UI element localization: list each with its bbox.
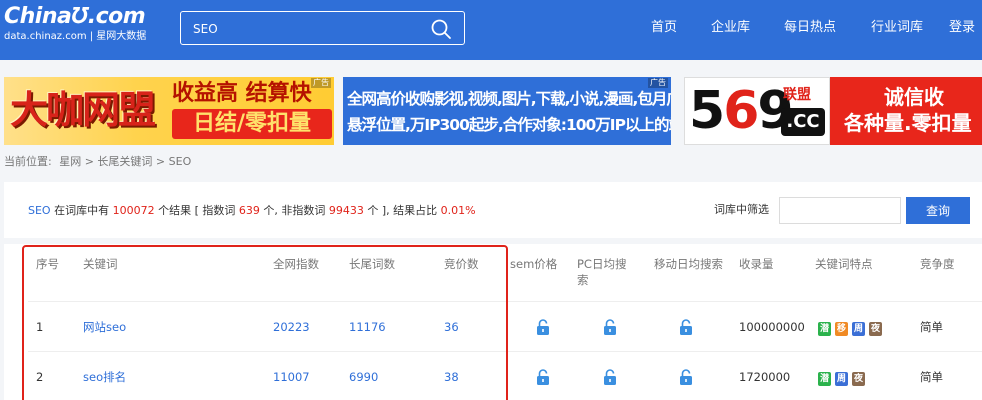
ad-label: 广告 (648, 78, 668, 88)
top-header: China℧.com data.chinaz.com | 星网大数据 首页 企业… (0, 0, 982, 60)
lock-icon[interactable] (679, 318, 693, 336)
ad-label: 广告 (311, 78, 331, 88)
banner-line-2: 悬浮位置,万IP300起步,合作对象:100万IP以上的站长! (347, 116, 671, 134)
lock-icon[interactable] (536, 368, 550, 386)
ad-banner-integrity[interactable]: 诚信收 各种量.零扣量 (830, 77, 982, 145)
row-no: 1 (36, 320, 44, 334)
header-bids[interactable]: 竞价数 (444, 256, 479, 272)
summary-text: 在词库中有 (50, 204, 113, 217)
banner-line-1: 全网高价收购影视,视频,图片,下载,小说,漫画,包月广告 (347, 90, 671, 108)
banner-brand: 联盟 (783, 87, 811, 103)
nav-daily-hot[interactable]: 每日热点 (784, 19, 836, 37)
keyword-table: 序号 关键词 全网指数 长尾词数 竞价数 sem价格 PC日均搜 索 移动日均搜… (4, 244, 982, 400)
header-pc-search[interactable]: PC日均搜 索 (577, 256, 626, 288)
header-index[interactable]: 全网指数 (273, 256, 319, 272)
nav-company-library[interactable]: 企业库 (711, 19, 750, 37)
ad-banner-high-price[interactable]: 全网高价收购影视,视频,图片,下载,小说,漫画,包月广告 悬浮位置,万IP300… (343, 77, 671, 145)
lock-icon[interactable] (603, 318, 617, 336)
header-sem-price[interactable]: sem价格 (510, 256, 557, 272)
lock-icon[interactable] (536, 318, 550, 336)
row-bids[interactable]: 38 (444, 369, 459, 385)
row-index[interactable]: 11007 (273, 369, 310, 385)
row-divider (28, 351, 982, 352)
banner-digit-red: 6 (723, 81, 759, 141)
banner-line-1: 诚信收 (884, 85, 944, 109)
banner-number: 569 (689, 80, 794, 142)
query-button[interactable]: 查询 (906, 197, 970, 224)
nav-login[interactable]: 登录 (949, 19, 975, 37)
row-longtail[interactable]: 6990 (349, 369, 378, 385)
header-pc-search-line2: 索 (577, 273, 589, 287)
top-nav: 首页 企业库 每日热点 行业词库 登录 (0, 19, 982, 37)
banner-slogan-top: 收益高 结算快 (172, 81, 312, 106)
header-features: 关键词特点 (815, 257, 873, 271)
summary-text: 个结果 [ 指数词 (154, 204, 239, 217)
lock-icon[interactable] (603, 368, 617, 386)
summary-index-count: 639 (238, 204, 260, 217)
summary-ratio: 0.01% (440, 204, 476, 217)
banner-domain-suffix: .CC (781, 108, 825, 136)
row-competition: 简单 (920, 320, 943, 334)
row-indexed: 100000000 (739, 320, 805, 334)
filter-input[interactable] (779, 197, 901, 224)
feature-tag: 潜 (818, 372, 831, 386)
row-competition: 简单 (920, 370, 943, 384)
row-longtail[interactable]: 11176 (349, 319, 386, 335)
feature-tag: 夜 (852, 372, 865, 386)
nav-home[interactable]: 首页 (651, 19, 677, 37)
feature-tag: 潜 (818, 322, 831, 336)
summary-total: 100072 (112, 204, 155, 217)
header-competition[interactable]: 竞争度 (920, 256, 955, 272)
breadcrumb-label: 当前位置: (4, 155, 52, 168)
row-bids[interactable]: 36 (444, 319, 459, 335)
row-features: 潜周夜 (818, 370, 869, 386)
header-longtail[interactable]: 长尾词数 (349, 256, 395, 272)
row-divider (28, 301, 982, 302)
row-features: 潜移周夜 (818, 320, 886, 336)
header-indexed[interactable]: 收录量 (739, 256, 774, 272)
feature-tag: 夜 (869, 322, 882, 336)
feature-tag: 移 (835, 322, 848, 336)
banner-slogan-bottom: 日结/零扣量 (172, 109, 332, 139)
header-pc-search-line1: PC日均搜 (577, 257, 627, 271)
breadcrumb: 当前位置: 星网 > 长尾关键词 > SEO (4, 155, 195, 169)
row-index[interactable]: 20223 (273, 319, 310, 335)
banner-brand-text: 大咖网盟 (10, 88, 156, 132)
banner-line-2: 各种量.零扣量 (844, 111, 972, 135)
breadcrumb-path[interactable]: 星网 > 长尾关键词 > SEO (59, 155, 191, 168)
nav-industry-words[interactable]: 行业词库 (871, 19, 923, 37)
row-no: 2 (36, 370, 44, 384)
filter-label: 词库中筛选 (714, 203, 769, 216)
ad-banner-569-union[interactable]: 569 联盟 .CC (684, 77, 830, 145)
feature-tag: 周 (835, 372, 848, 386)
header-keyword: 关键词 (83, 257, 118, 271)
ad-banner-dakawangmeng[interactable]: 大咖网盟 收益高 结算快 日结/零扣量 广告 (4, 77, 334, 145)
lock-icon[interactable] (679, 368, 693, 386)
header-no: 序号 (36, 257, 59, 271)
summary-text: 个 ], 结果占比 (363, 204, 441, 217)
row-indexed: 1720000 (739, 370, 791, 384)
feature-tag: 周 (852, 322, 865, 336)
result-summary: SEO 在词库中有 100072 个结果 [ 指数词 639 个, 非指数词 9… (28, 204, 476, 218)
header-mobile-search[interactable]: 移动日均搜索 (654, 256, 723, 272)
summary-text: 个, 非指数词 (259, 204, 329, 217)
banner-digit: 5 (689, 81, 725, 141)
result-summary-panel: SEO 在词库中有 100072 个结果 [ 指数词 639 个, 非指数词 9… (4, 182, 982, 238)
row-keyword-link[interactable]: seo排名 (83, 369, 126, 385)
summary-non-index-count: 99433 (328, 204, 364, 217)
summary-keyword: SEO (28, 204, 51, 217)
row-keyword-link[interactable]: 网站seo (83, 319, 126, 335)
